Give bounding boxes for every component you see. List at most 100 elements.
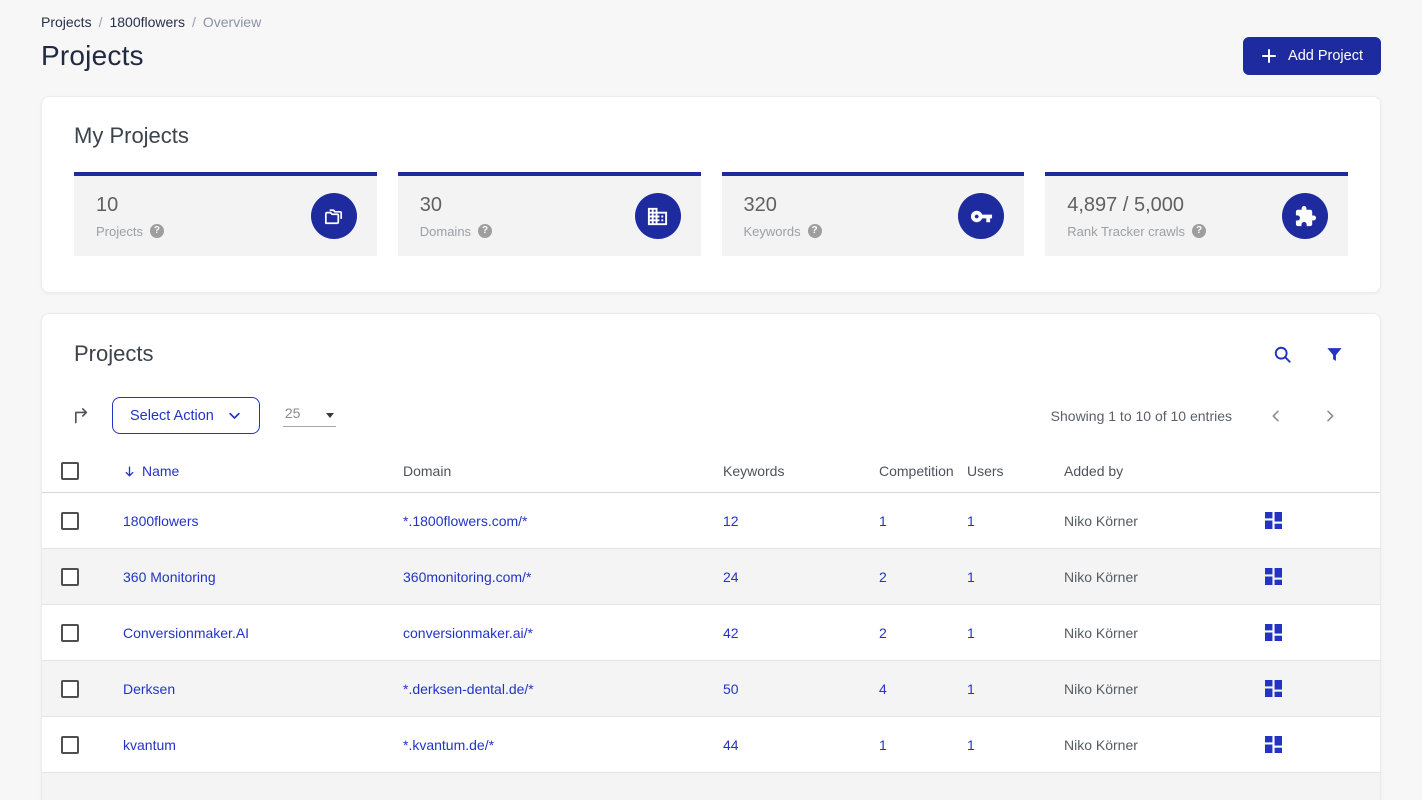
projects-table-title: Projects: [74, 341, 154, 366]
help-icon[interactable]: ?: [478, 224, 493, 238]
row-checkbox[interactable]: [61, 511, 79, 530]
table-row: Conversionmaker.AI conversionmaker.ai/* …: [42, 605, 1380, 661]
stat-rank-tracker-crawls[interactable]: 4,897 / 5,000 Rank Tracker crawls ?: [1045, 172, 1348, 256]
my-projects-card: My Projects 10 Projects ? 30 Domains ? 3…: [41, 96, 1381, 293]
table-header-row: Name Domain Keywords Competition Users A…: [42, 452, 1380, 493]
building-icon: [647, 207, 668, 225]
project-name-link[interactable]: Derksen: [123, 681, 175, 697]
project-domain-link[interactable]: *.1800flowers.com/*: [403, 513, 528, 529]
column-header-users[interactable]: Users: [947, 452, 1044, 493]
sort-descending-icon: [125, 466, 134, 477]
row-checkbox[interactable]: [61, 623, 79, 642]
stat-crawls-label: Rank Tracker crawls: [1067, 223, 1185, 239]
added-by-value: Niko Körner: [1064, 624, 1138, 641]
stat-projects-value: 10: [96, 193, 119, 216]
column-header-domain[interactable]: Domain: [386, 452, 703, 493]
select-action-dropdown[interactable]: Select Action: [112, 397, 260, 434]
stat-domains-value: 30: [419, 193, 442, 216]
competition-count-link[interactable]: 4: [879, 681, 887, 697]
competition-count-link[interactable]: 1: [879, 513, 887, 529]
project-name-link[interactable]: 1800flowers: [123, 513, 199, 529]
users-count-link[interactable]: 1: [967, 681, 975, 697]
add-project-button[interactable]: Add Project: [1243, 37, 1381, 75]
next-page-button[interactable]: [1320, 406, 1340, 426]
page-size-select[interactable]: 25: [282, 405, 336, 427]
added-by-value: Niko Körner: [1064, 736, 1138, 753]
keywords-count-link[interactable]: 44: [723, 737, 739, 753]
keywords-count-link[interactable]: 50: [723, 681, 739, 697]
project-domain-link[interactable]: *.kvantum.de/*: [403, 737, 494, 753]
row-checkbox[interactable]: [61, 735, 79, 754]
keywords-count-link[interactable]: 24: [723, 569, 739, 585]
table-row: 360 Monitoring 360monitoring.com/* 24 2 …: [42, 548, 1380, 605]
competition-count-link[interactable]: 1: [879, 737, 887, 753]
column-header-added-by[interactable]: Added by: [1044, 452, 1243, 493]
help-icon[interactable]: ?: [149, 224, 164, 238]
chevron-left-icon: [1272, 410, 1279, 421]
column-header-keywords[interactable]: Keywords: [703, 452, 859, 493]
filter-button[interactable]: [1323, 343, 1346, 366]
previous-page-button[interactable]: [1266, 406, 1286, 426]
export-button[interactable]: [67, 401, 96, 430]
help-icon[interactable]: ?: [807, 224, 822, 238]
stats-row: 10 Projects ? 30 Domains ? 320 Keywords …: [74, 172, 1348, 256]
stat-domains[interactable]: 30 Domains ?: [397, 172, 701, 256]
filter-icon: [1327, 347, 1342, 361]
column-header-competition[interactable]: Competition: [859, 452, 954, 493]
stat-crawls-value: 4,897 / 5,000: [1067, 193, 1185, 216]
grid-actions-icon: [1265, 568, 1282, 586]
project-dashboard-button[interactable]: [1263, 734, 1284, 755]
next-row-partially-visible: [42, 773, 1380, 800]
stat-projects[interactable]: 10 Projects ?: [74, 172, 377, 256]
keywords-count-link[interactable]: 12: [723, 513, 739, 529]
row-checkbox[interactable]: [61, 567, 79, 586]
competition-count-link[interactable]: 2: [879, 625, 887, 641]
project-name-link[interactable]: 360 Monitoring: [123, 569, 216, 585]
table-row: kvantum *.kvantum.de/* 44 1 1 Niko Körne…: [42, 717, 1380, 773]
added-by-value: Niko Körner: [1064, 568, 1138, 585]
project-name-link[interactable]: kvantum: [123, 737, 176, 753]
stat-domains-label: Domains: [419, 223, 472, 239]
key-icon: [970, 210, 992, 222]
added-by-value: Niko Körner: [1064, 680, 1138, 697]
breadcrumb-separator: /: [98, 14, 103, 30]
breadcrumb-project-name[interactable]: 1800flowers: [109, 14, 185, 30]
stat-keywords-label: Keywords: [743, 223, 801, 239]
project-domain-link[interactable]: *.derksen-dental.de/*: [403, 681, 534, 697]
table-row: 1800flowers *.1800flowers.com/* 12 1 1 N…: [42, 493, 1380, 549]
grid-actions-icon: [1265, 624, 1282, 642]
plus-icon: [1262, 49, 1277, 63]
breadcrumb-projects[interactable]: Projects: [41, 14, 92, 30]
column-header-name[interactable]: Name: [123, 463, 386, 479]
chevron-right-icon: [1327, 410, 1334, 421]
users-count-link[interactable]: 1: [967, 737, 975, 753]
users-count-link[interactable]: 1: [967, 625, 975, 641]
table-controls: Select Action 25 Showing 1 to 10 of 10 e…: [42, 397, 1380, 434]
projects-table: Name Domain Keywords Competition Users A…: [42, 452, 1380, 773]
page-title: Projects: [41, 40, 144, 71]
project-dashboard-button[interactable]: [1263, 566, 1284, 587]
project-dashboard-button[interactable]: [1263, 622, 1284, 643]
row-checkbox[interactable]: [61, 679, 79, 698]
project-name-link[interactable]: Conversionmaker.AI: [123, 625, 249, 641]
table-row: Derksen *.derksen-dental.de/* 50 4 1 Nik…: [42, 660, 1380, 717]
projects-table-card: Projects Select Action 25 Showing 1 to 1…: [41, 313, 1381, 800]
page-header: Projects Add Project: [41, 37, 1381, 75]
competition-count-link[interactable]: 2: [879, 569, 887, 585]
stat-keywords[interactable]: 320 Keywords ?: [721, 172, 1025, 256]
project-dashboard-button[interactable]: [1263, 510, 1284, 531]
export-icon: [74, 408, 88, 424]
breadcrumb: Projects / 1800flowers / Overview: [41, 0, 1381, 30]
search-button[interactable]: [1270, 342, 1295, 367]
users-count-link[interactable]: 1: [967, 513, 975, 529]
project-domain-link[interactable]: conversionmaker.ai/*: [403, 625, 533, 641]
chevron-down-icon: [229, 412, 240, 419]
page: Projects / 1800flowers / Overview Projec…: [0, 0, 1422, 800]
select-all-checkbox[interactable]: [61, 462, 79, 481]
project-dashboard-button[interactable]: [1263, 678, 1284, 699]
project-domain-link[interactable]: 360monitoring.com/*: [403, 569, 531, 585]
help-icon[interactable]: ?: [1192, 224, 1206, 238]
grid-actions-icon: [1265, 512, 1282, 530]
users-count-link[interactable]: 1: [967, 569, 975, 585]
keywords-count-link[interactable]: 42: [723, 625, 739, 641]
